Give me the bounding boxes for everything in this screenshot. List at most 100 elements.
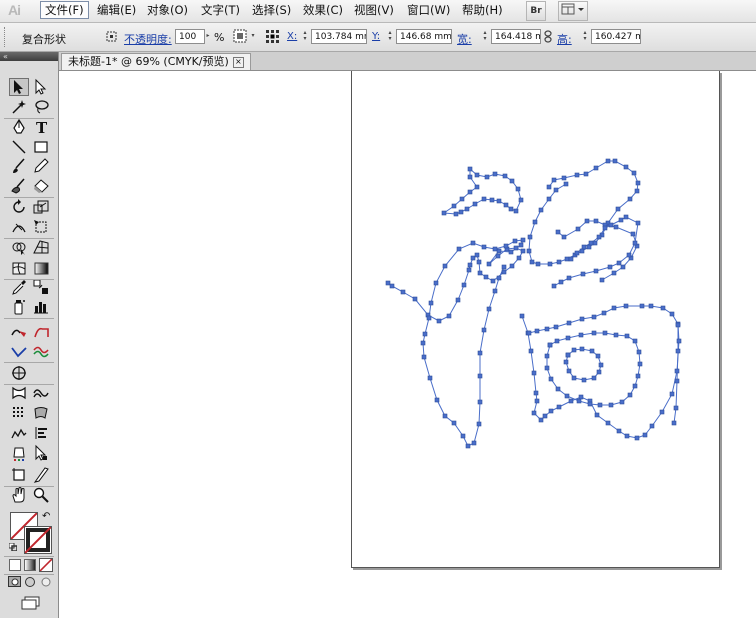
anchor-point[interactable] bbox=[579, 316, 585, 322]
anchor-point[interactable] bbox=[623, 214, 629, 220]
eraser-tool[interactable] bbox=[31, 177, 51, 195]
anchor-point[interactable] bbox=[566, 275, 572, 281]
anchor-point[interactable] bbox=[671, 420, 677, 426]
anchor-point[interactable] bbox=[608, 222, 614, 228]
anchor-point[interactable] bbox=[453, 211, 459, 217]
anchor-point[interactable] bbox=[474, 252, 480, 258]
anchor-point[interactable] bbox=[565, 352, 571, 358]
anchor-point[interactable] bbox=[627, 196, 633, 202]
rectangle-tool[interactable] bbox=[31, 138, 51, 156]
anchor-point[interactable] bbox=[546, 196, 552, 202]
menu-window[interactable]: 窗口(W) bbox=[403, 2, 454, 18]
anchor-point[interactable] bbox=[584, 218, 590, 224]
anchor-point[interactable] bbox=[674, 378, 680, 384]
anchor-point[interactable] bbox=[568, 256, 574, 262]
anchor-point[interactable] bbox=[565, 335, 571, 341]
close-tab-icon[interactable]: × bbox=[232, 56, 244, 68]
x-input[interactable]: 103.784 mm bbox=[311, 29, 367, 44]
menu-object[interactable]: 对象(O) bbox=[143, 2, 192, 18]
screen-mode-icon[interactable] bbox=[20, 596, 42, 610]
add-anchor-tool[interactable] bbox=[31, 323, 51, 341]
pencil-tool[interactable] bbox=[31, 157, 51, 175]
twirl-tool[interactable] bbox=[31, 384, 51, 402]
anchor-point[interactable] bbox=[496, 275, 502, 281]
anchor-point[interactable] bbox=[442, 413, 448, 419]
anchor-point[interactable] bbox=[596, 369, 602, 375]
anchor-point[interactable] bbox=[492, 171, 498, 177]
anchor-point[interactable] bbox=[592, 240, 598, 246]
anchor-point[interactable] bbox=[563, 359, 569, 365]
anchor-point[interactable] bbox=[613, 332, 619, 338]
y-stepper-icon[interactable]: ▴ ▾ bbox=[386, 30, 394, 43]
anchor-point[interactable] bbox=[596, 234, 602, 240]
mesh-tool[interactable] bbox=[9, 259, 29, 277]
rotate-tool[interactable] bbox=[9, 198, 29, 216]
anchor-point[interactable] bbox=[593, 218, 599, 224]
anchor-point[interactable] bbox=[527, 234, 533, 240]
direct-selection-tool[interactable] bbox=[31, 78, 51, 96]
gradient-tool[interactable] bbox=[31, 259, 51, 277]
anchor-point[interactable] bbox=[518, 242, 524, 248]
anchor-point[interactable] bbox=[623, 303, 629, 309]
anchor-point[interactable] bbox=[542, 413, 548, 419]
anchor-point[interactable] bbox=[591, 375, 597, 381]
anchor-point[interactable] bbox=[520, 237, 526, 243]
anchor-point[interactable] bbox=[441, 210, 447, 216]
anchor-point[interactable] bbox=[481, 196, 487, 202]
shape-builder-tool[interactable] bbox=[9, 238, 29, 256]
anchor-point[interactable] bbox=[564, 393, 570, 399]
magic-wand-tool[interactable] bbox=[9, 98, 29, 116]
anchor-point[interactable] bbox=[612, 158, 618, 164]
reference-point-icon[interactable] bbox=[265, 29, 280, 44]
anchor-point[interactable] bbox=[492, 246, 498, 252]
y-input[interactable]: 146.68 mm bbox=[396, 29, 452, 44]
anchor-point[interactable] bbox=[476, 421, 482, 427]
anchor-point[interactable] bbox=[556, 259, 562, 265]
recolor-icon[interactable] bbox=[104, 29, 119, 44]
anchor-point[interactable] bbox=[593, 268, 599, 274]
anchor-point[interactable] bbox=[669, 391, 675, 397]
anchor-point[interactable] bbox=[467, 174, 473, 180]
anchor-point[interactable] bbox=[385, 280, 391, 286]
anchor-point[interactable] bbox=[546, 184, 552, 190]
opacity-input[interactable]: 100 bbox=[175, 29, 205, 44]
anchor-point[interactable] bbox=[620, 264, 626, 270]
anchor-point[interactable] bbox=[626, 252, 632, 258]
anchor-point[interactable] bbox=[675, 322, 681, 328]
anchor-point[interactable] bbox=[526, 248, 532, 254]
document-tab[interactable]: 未标题-1* @ 69% (CMYK/预览) × bbox=[61, 53, 251, 70]
anchor-point[interactable] bbox=[456, 246, 462, 252]
anchor-point[interactable] bbox=[533, 390, 539, 396]
anchor-point[interactable] bbox=[460, 433, 466, 439]
perspective-grid-tool[interactable] bbox=[31, 238, 51, 256]
anchor-point[interactable] bbox=[587, 401, 593, 407]
anchor-point[interactable] bbox=[553, 187, 559, 193]
zoom-tool[interactable] bbox=[31, 486, 51, 504]
anchor-point[interactable] bbox=[608, 402, 614, 408]
anchor-point[interactable] bbox=[627, 392, 633, 398]
anchor-point[interactable] bbox=[513, 208, 519, 214]
anchor-point[interactable] bbox=[548, 408, 554, 414]
anchor-point[interactable] bbox=[555, 386, 561, 392]
anchor-point[interactable] bbox=[455, 297, 461, 303]
anchor-point[interactable] bbox=[467, 166, 473, 172]
anchor-point[interactable] bbox=[526, 330, 532, 336]
canvas[interactable] bbox=[59, 71, 756, 618]
anchor-point[interactable] bbox=[477, 350, 483, 356]
anchor-point[interactable] bbox=[630, 231, 636, 237]
anchor-point[interactable] bbox=[529, 259, 535, 265]
anchor-point[interactable] bbox=[611, 270, 617, 276]
anchor-point[interactable] bbox=[673, 405, 679, 411]
opacity-flyout-icon[interactable]: ▸ bbox=[204, 33, 212, 46]
anchor-point[interactable] bbox=[639, 303, 645, 309]
free-transform-tool[interactable] bbox=[31, 218, 51, 236]
blend-tool[interactable] bbox=[31, 278, 51, 296]
artboard-tool[interactable] bbox=[9, 466, 29, 484]
anchor-point[interactable] bbox=[558, 279, 564, 285]
anchor-point[interactable] bbox=[538, 207, 544, 213]
x-stepper-icon[interactable]: ▴ ▾ bbox=[301, 30, 309, 43]
anchor-point[interactable] bbox=[578, 332, 584, 338]
anchor-point[interactable] bbox=[601, 310, 607, 316]
crop-tool[interactable] bbox=[9, 404, 29, 422]
align-tool[interactable] bbox=[31, 424, 51, 442]
